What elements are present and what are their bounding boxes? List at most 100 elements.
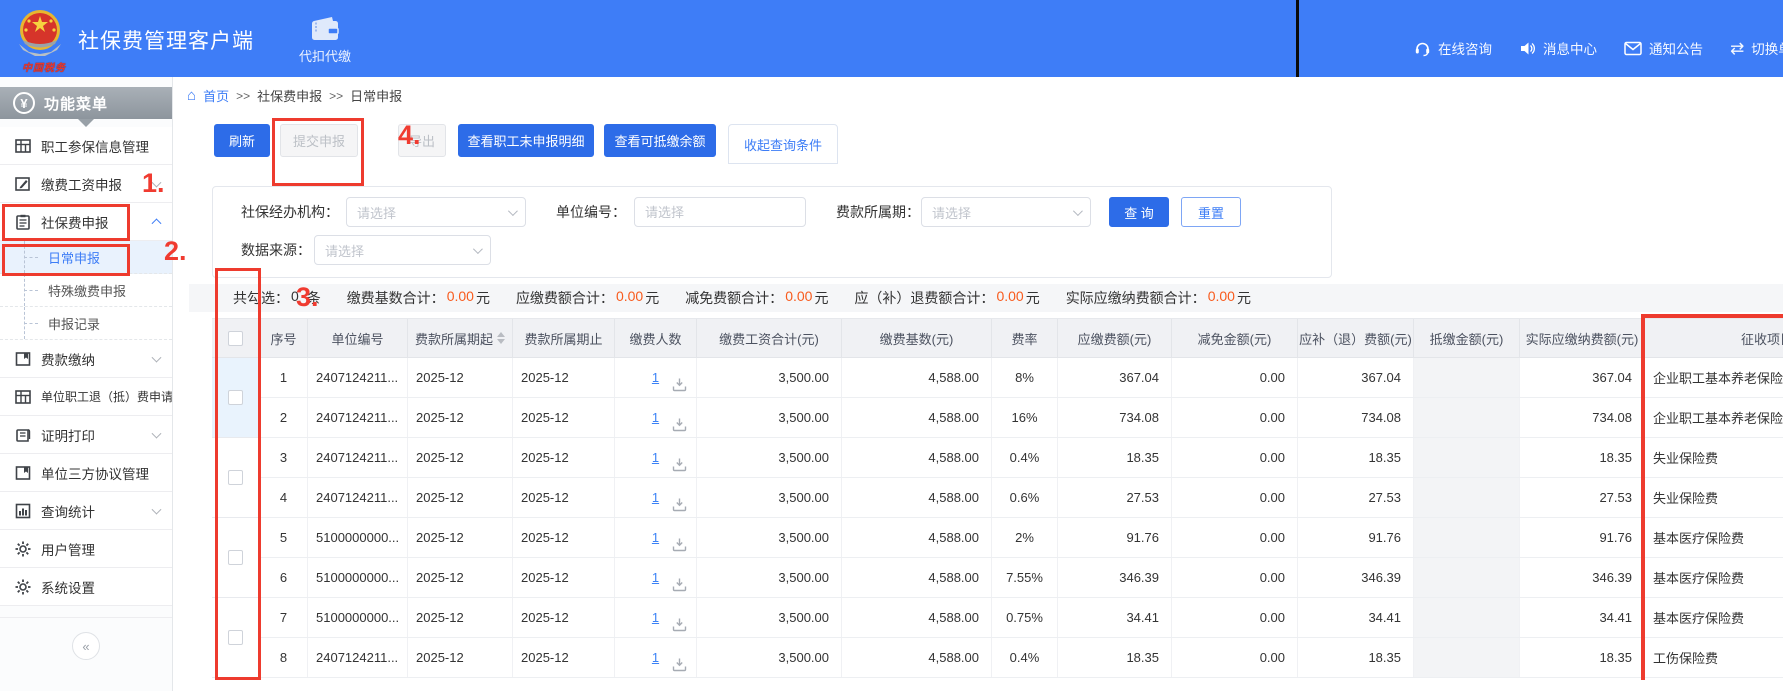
tax-emblem-icon xyxy=(13,6,67,60)
cell-supp-refund: 367.04 xyxy=(1298,358,1414,397)
download-icon[interactable] xyxy=(672,497,687,512)
people-count-link[interactable]: 1 xyxy=(652,570,659,585)
sidebar-item-salary-declare[interactable]: 缴费工资申报 xyxy=(0,165,172,203)
people-count-link[interactable]: 1 xyxy=(652,650,659,665)
view-undeclared-button[interactable]: 查看职工未申报明细 xyxy=(458,124,594,157)
cell-period-start: 2025-12 xyxy=(408,638,513,677)
people-count-link[interactable]: 1 xyxy=(652,490,659,505)
download-icon[interactable] xyxy=(672,417,687,432)
cell-supp-refund: 18.35 xyxy=(1298,438,1414,477)
people-count-link[interactable]: 1 xyxy=(652,370,659,385)
cell-salary-total: 3,500.00 xyxy=(697,598,842,637)
cell-offset xyxy=(1414,358,1520,397)
data-source-select[interactable]: 请选择 xyxy=(314,235,491,265)
download-icon[interactable] xyxy=(672,457,687,472)
summary-total-item: 应缴费额合计：0.00元 xyxy=(516,288,659,308)
download-icon[interactable] xyxy=(672,657,687,672)
bar-chart-icon xyxy=(15,503,31,519)
download-icon[interactable] xyxy=(672,377,687,392)
sidebar-item-daily-declare[interactable]: 日常申报 xyxy=(0,241,172,274)
sidebar-item-special-declare[interactable]: 特殊缴费申报 xyxy=(0,274,172,307)
cell-levy-item: 企业职工基本养老保险费 xyxy=(1645,358,1783,397)
sidebar-collapse-area: « xyxy=(0,617,172,660)
refresh-button[interactable]: 刷新 xyxy=(214,124,270,157)
reset-button[interactable]: 重置 xyxy=(1181,197,1241,227)
select-all-checkbox[interactable] xyxy=(228,331,243,346)
sidebar-item-fee-payment[interactable]: 费款缴纳 xyxy=(0,340,172,378)
cell-unit-no: 2407124211... xyxy=(308,478,408,517)
cell-rate: 2% xyxy=(992,518,1058,557)
row-group-checkbox-cell xyxy=(212,438,260,518)
search-button[interactable]: 查 询 xyxy=(1109,197,1169,227)
cell-seq: 6 xyxy=(260,558,308,597)
nav-notice[interactable]: 通知公告 xyxy=(1624,38,1703,58)
cell-period-end: 2025-12 xyxy=(513,478,615,517)
chevron-down-icon xyxy=(152,177,162,187)
gear-icon xyxy=(15,579,31,595)
sidebar-item-tripartite-agreement[interactable]: 单位三方协议管理 xyxy=(0,454,172,492)
chevron-down-icon xyxy=(152,428,162,438)
people-count-link[interactable]: 1 xyxy=(652,410,659,425)
nav-message-center[interactable]: 消息中心 xyxy=(1519,38,1597,58)
submit-declare-button[interactable]: 提交申报 xyxy=(280,124,358,157)
org-select[interactable]: 请选择 xyxy=(346,197,526,227)
sidebar-item-cert-print[interactable]: 证明打印 xyxy=(0,416,172,454)
cell-period-start: 2025-12 xyxy=(408,398,513,437)
sidebar-item-refund-manage[interactable]: 单位职工退（抵）费申请管理 xyxy=(0,378,172,416)
headset-icon xyxy=(1414,40,1431,57)
cell-actual: 734.08 xyxy=(1520,398,1645,437)
download-icon[interactable] xyxy=(672,617,687,632)
people-count-link[interactable]: 1 xyxy=(652,610,659,625)
sidebar-collapse-button[interactable]: « xyxy=(72,632,100,660)
period-select[interactable]: 请选择 xyxy=(921,197,1091,227)
logo-caption: 中国税务 xyxy=(13,59,75,74)
wallet-icon xyxy=(310,16,340,42)
people-count-link[interactable]: 1 xyxy=(652,450,659,465)
row-checkbox[interactable] xyxy=(228,390,243,405)
chevron-up-icon xyxy=(152,218,162,228)
cell-base: 4,588.00 xyxy=(842,438,992,477)
table-row: 6 5100000000... 2025-12 2025-12 1 3,500.… xyxy=(260,558,1783,598)
cell-payable: 367.04 xyxy=(1058,358,1172,397)
cell-base: 4,588.00 xyxy=(842,478,992,517)
nav-message-center-label: 消息中心 xyxy=(1543,38,1597,58)
summary-total-item: 缴费基数合计：0.00元 xyxy=(347,288,490,308)
cell-levy-item: 基本医疗保险费 xyxy=(1645,558,1783,597)
sidebar: ¥ 功能菜单 职工参保信息管理 缴费工资申报 社保费申报 日常申报 特殊缴费申报… xyxy=(0,77,173,691)
sort-icon[interactable] xyxy=(497,332,505,344)
nav-switch-unit[interactable]: ⇄ 切换单 xyxy=(1730,38,1783,58)
sidebar-item-social-declare[interactable]: 社保费申报 xyxy=(0,203,172,241)
row-checkbox[interactable] xyxy=(228,470,243,485)
unit-no-label: 单位编号： xyxy=(556,197,626,227)
collapse-query-tab[interactable]: 收起查询条件 xyxy=(728,124,838,164)
export-button[interactable]: 导出 xyxy=(398,124,446,157)
table-row: 7 5100000000... 2025-12 2025-12 1 3,500.… xyxy=(260,598,1783,638)
cell-salary-total: 3,500.00 xyxy=(697,558,842,597)
sidebar-title: 功能菜单 xyxy=(44,93,108,114)
people-count-link[interactable]: 1 xyxy=(652,530,659,545)
download-icon[interactable] xyxy=(672,577,687,592)
row-checkbox[interactable] xyxy=(228,630,243,645)
nav-online-consult[interactable]: 在线咨询 xyxy=(1414,38,1492,58)
cell-period-end: 2025-12 xyxy=(513,638,615,677)
sidebar-item-system-settings[interactable]: 系统设置 xyxy=(0,568,172,606)
cell-base: 4,588.00 xyxy=(842,358,992,397)
view-offset-balance-button[interactable]: 查看可抵缴余额 xyxy=(604,124,716,157)
row-group-checkbox-cell xyxy=(212,518,260,598)
cell-rate: 0.4% xyxy=(992,438,1058,477)
home-icon: ⌂ xyxy=(187,87,196,104)
unit-no-input[interactable] xyxy=(634,197,806,227)
cell-period-end: 2025-12 xyxy=(513,398,615,437)
cell-actual: 91.76 xyxy=(1520,518,1645,557)
sidebar-item-declare-records[interactable]: 申报记录 xyxy=(0,307,172,340)
download-icon[interactable] xyxy=(672,537,687,552)
cell-salary-total: 3,500.00 xyxy=(697,638,842,677)
sidebar-item-user-manage[interactable]: 用户管理 xyxy=(0,530,172,568)
cell-unit-no: 2407124211... xyxy=(308,638,408,677)
table-row: 1 2407124211... 2025-12 2025-12 1 3,500.… xyxy=(260,358,1783,398)
tab-withhold[interactable]: 代扣代缴 xyxy=(282,16,368,66)
sidebar-item-query-statistics[interactable]: 查询统计 xyxy=(0,492,172,530)
row-checkbox[interactable] xyxy=(228,550,243,565)
breadcrumb-home[interactable]: 首页 xyxy=(203,86,229,105)
sidebar-item-employee-info[interactable]: 职工参保信息管理 xyxy=(0,127,172,165)
